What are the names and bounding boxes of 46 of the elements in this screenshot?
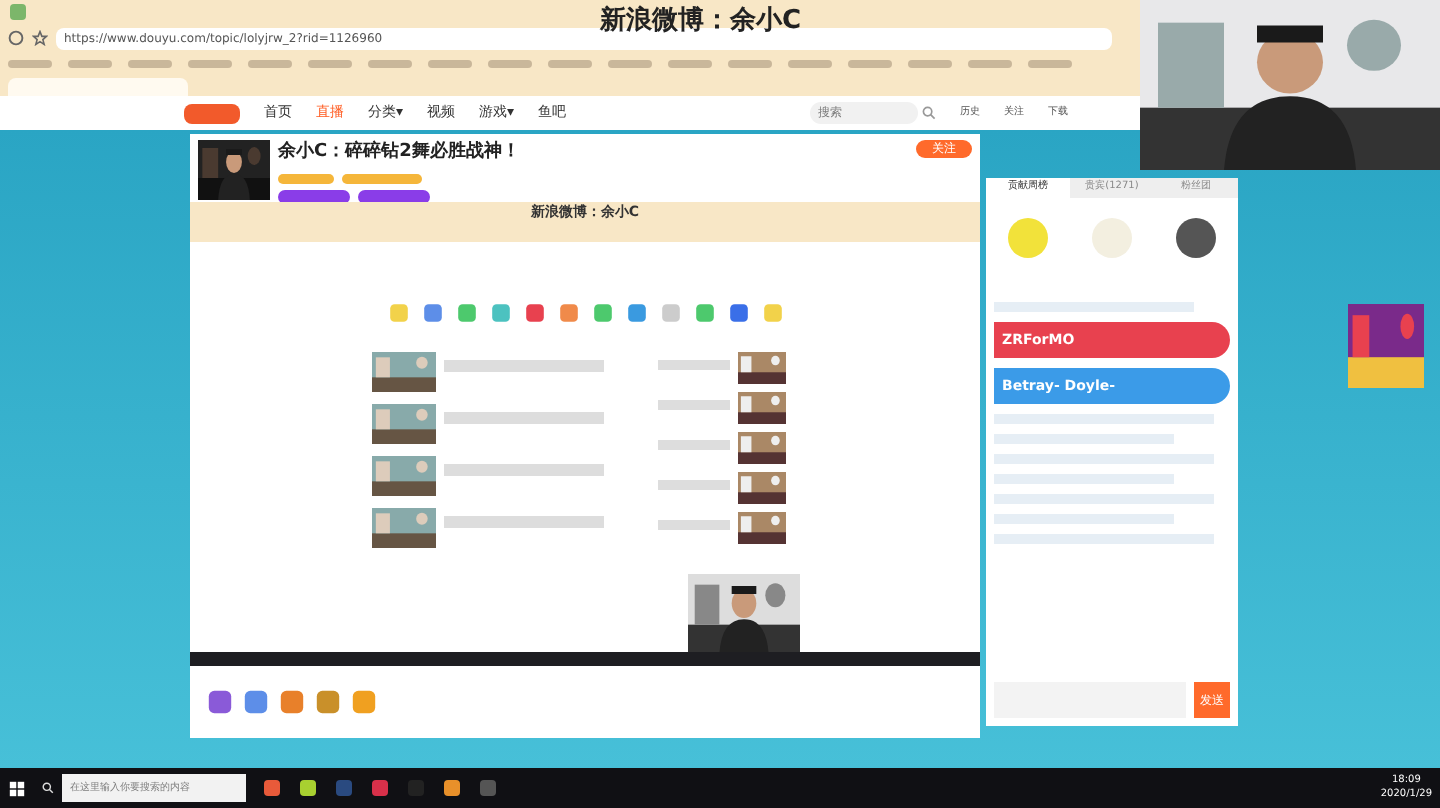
app-shortcut-icon[interactable] (727, 302, 749, 324)
bookmark-item[interactable] (368, 59, 412, 67)
headline-drawing (658, 400, 730, 410)
bookmark-item[interactable] (8, 59, 52, 67)
headline-drawing (658, 360, 730, 370)
bookmark-item[interactable] (668, 59, 712, 67)
gift-icon[interactable] (350, 688, 378, 716)
headline-drawing (658, 520, 730, 530)
bookmark-star-icon[interactable] (32, 30, 48, 46)
app-shortcut-icon[interactable] (523, 302, 545, 324)
bookmark-item[interactable] (728, 59, 772, 67)
app-shortcut-icon[interactable] (489, 302, 511, 324)
bookmark-item[interactable] (848, 59, 892, 67)
subscribe-button[interactable] (358, 189, 430, 203)
bookmark-item[interactable] (428, 59, 472, 67)
bookmark-item[interactable] (608, 59, 652, 67)
bookmark-item[interactable] (968, 59, 1012, 67)
level-badge (278, 173, 334, 183)
app-shortcut-icon[interactable] (421, 302, 443, 324)
bookmark-item[interactable] (908, 59, 952, 67)
stream-title: 余小C：碎碎钻2舞必胜战神！ (278, 140, 520, 166)
bookmark-item[interactable] (68, 59, 112, 67)
rank-avatar-icon[interactable] (1176, 218, 1216, 258)
windows-start-icon[interactable] (8, 779, 26, 797)
bookmark-item[interactable] (488, 59, 532, 67)
fan-club-button[interactable] (278, 189, 350, 203)
bookmark-item[interactable] (188, 59, 232, 67)
gift-icon[interactable] (278, 688, 306, 716)
gift-icon[interactable] (314, 688, 342, 716)
gift-icon[interactable] (242, 688, 270, 716)
search-icon[interactable] (42, 782, 54, 794)
rank-badge (342, 173, 422, 183)
headline-drawing (658, 480, 730, 490)
app-shortcut-icon[interactable] (455, 302, 477, 324)
bookmark-item[interactable] (1028, 59, 1072, 67)
bookmark-item[interactable] (128, 59, 172, 67)
app-shortcut-icon[interactable] (625, 302, 647, 324)
headline-drawing (658, 440, 730, 450)
bookmark-item[interactable] (788, 59, 832, 67)
app-shortcut-icon[interactable] (591, 302, 613, 324)
app-shortcut-icon[interactable] (693, 302, 715, 324)
app-shortcut-icon[interactable] (557, 302, 579, 324)
bookmark-item[interactable] (308, 59, 352, 67)
bookmark-item[interactable] (548, 59, 592, 67)
bookmark-item[interactable] (248, 59, 292, 67)
gift-icon[interactable] (206, 688, 234, 716)
